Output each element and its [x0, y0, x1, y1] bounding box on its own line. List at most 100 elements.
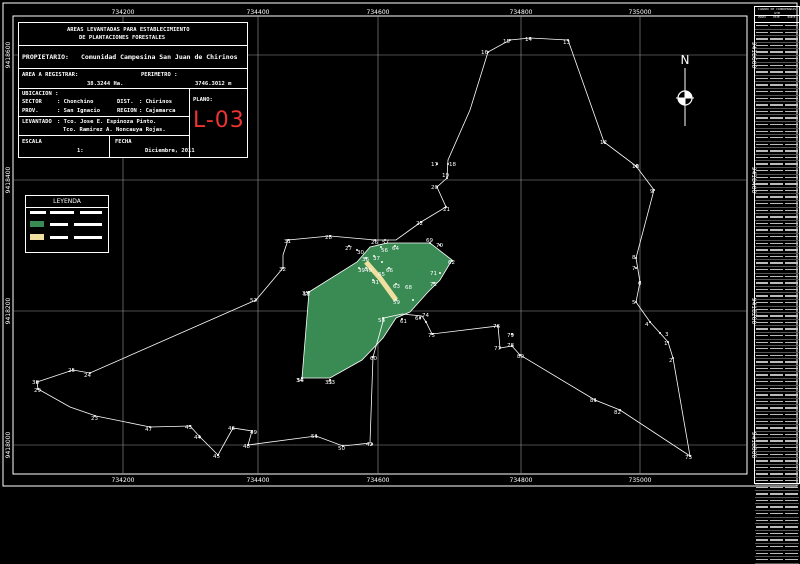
vertex-label: 12: [600, 140, 607, 146]
table-cell: [770, 308, 783, 310]
table-cell: [756, 466, 768, 469]
table-row: [755, 181, 799, 188]
table-cell: [785, 242, 798, 244]
table-cell: [785, 394, 798, 396]
table-cell: [770, 394, 783, 396]
vertex-label: 6: [638, 281, 642, 287]
table-cell: [770, 84, 783, 86]
vertex-label: 81: [590, 398, 597, 404]
table-cell: [756, 367, 768, 370]
table-cell: [756, 420, 768, 423]
table-cell: [770, 453, 783, 455]
table-cell: [785, 229, 798, 231]
table-cell: [770, 170, 783, 172]
plan-label: PLANO:: [193, 97, 213, 103]
vertex-label: 68: [405, 285, 412, 291]
table-cell: [770, 400, 783, 403]
table-cell: [770, 216, 783, 218]
table-row: [755, 498, 799, 505]
district-label: DIST.: [117, 99, 134, 105]
table-cell: [770, 268, 783, 271]
table-cell: [770, 328, 783, 330]
table-row: [755, 458, 799, 465]
vertex-label: 57: [382, 240, 389, 246]
table-header-este: ESTE: [773, 16, 780, 19]
table-cell: [770, 123, 783, 126]
table-row: [755, 333, 799, 340]
table-row: [755, 23, 799, 30]
vertex-label: 72: [430, 282, 437, 288]
table-row: [755, 214, 799, 221]
table-cell: [785, 348, 798, 350]
table-cell: [785, 236, 798, 238]
table-cell: [785, 374, 798, 376]
vertex-label: 43: [185, 425, 192, 431]
table-cell: [756, 242, 768, 244]
vertex-label: 38: [32, 380, 39, 386]
owner-value: Comunidad Campesina San Juan de Chirinos: [81, 53, 238, 61]
table-row: [755, 392, 799, 399]
table-row: [755, 96, 799, 103]
vertex-label: 77: [494, 346, 501, 352]
table-cell: [785, 183, 798, 185]
sector-value: : Chonchino: [57, 99, 94, 105]
table-row: [755, 155, 799, 162]
perimeter-value: 3746.3012 m: [195, 81, 232, 87]
vertex-label: 13: [563, 40, 570, 46]
table-row: [755, 36, 799, 43]
table-cell: [785, 255, 798, 258]
perimeter-label: PERIMETRO :: [141, 72, 178, 78]
table-cell: [756, 275, 768, 277]
legend-line: [74, 223, 102, 226]
table-cell: [770, 479, 783, 482]
table-cell: [770, 341, 783, 343]
table-cell: [756, 288, 768, 291]
vertex-label: 18: [449, 162, 456, 168]
table-cell: [756, 150, 768, 152]
table-row: [755, 227, 799, 234]
table-cell: [770, 163, 783, 165]
table-cell: [785, 150, 798, 152]
grid-label-bottom: 734800: [510, 477, 533, 484]
vertex-label: 50: [338, 446, 345, 452]
table-cell: [756, 90, 768, 93]
table-cell: [770, 110, 783, 113]
table-cell: [770, 361, 783, 363]
table-cell: [770, 262, 783, 264]
table-row: [755, 438, 799, 445]
table-cell: [770, 506, 783, 508]
table-cell: [756, 440, 768, 442]
table-row: [755, 313, 799, 320]
table-cell: [770, 176, 783, 179]
grid-label-bottom: 734400: [247, 477, 270, 484]
table-cell: [785, 473, 798, 475]
table-cell: [785, 545, 798, 548]
table-row: [755, 445, 799, 452]
table-cell: [756, 176, 768, 179]
table-row: [755, 247, 799, 254]
table-cell: [770, 367, 783, 370]
table-row: [755, 399, 799, 406]
vertex-label: 49: [250, 430, 257, 436]
table-cell: [770, 117, 783, 119]
vertex-label: 7: [632, 266, 636, 272]
table-cell: [770, 301, 783, 304]
table-row: [755, 326, 799, 333]
table-row: [755, 56, 799, 63]
table-row: [755, 208, 799, 215]
table-cell: [756, 447, 768, 449]
table-cell: [756, 110, 768, 113]
table-cell: [756, 31, 768, 33]
vertex-label: 74: [422, 313, 429, 319]
table-cell: [770, 559, 783, 561]
table-cell: [756, 414, 768, 416]
table-cell: [756, 268, 768, 271]
table-cell: [785, 123, 798, 126]
table-cell: [785, 295, 798, 297]
vertex-label: 51: [311, 434, 318, 440]
table-row: [755, 524, 799, 531]
table-cell: [770, 236, 783, 238]
vertex-label: 48: [243, 444, 250, 450]
table-cell: [756, 354, 768, 357]
grid-label-top: 734600: [367, 9, 390, 16]
